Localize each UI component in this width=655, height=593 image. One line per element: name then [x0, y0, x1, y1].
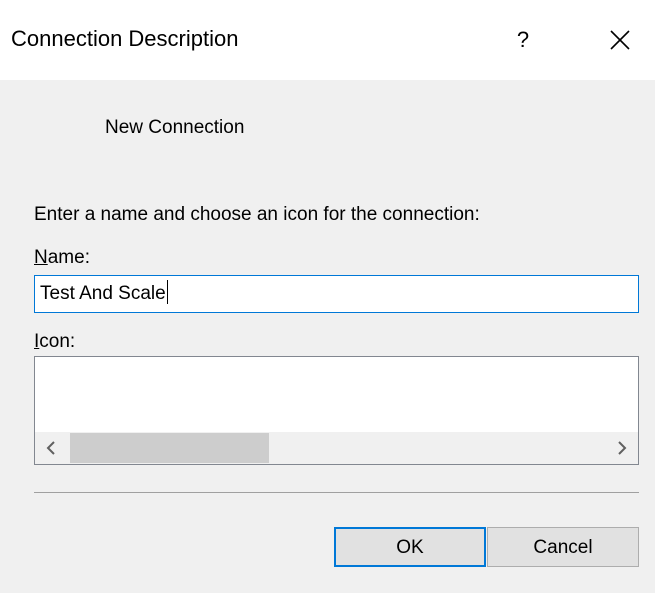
icon-label-text: con:: [39, 331, 76, 352]
icon-label: Icon:: [34, 330, 75, 354]
separator: [34, 492, 639, 493]
scroll-left-button[interactable]: [35, 432, 67, 464]
name-label-accelerator: N: [34, 247, 48, 268]
name-input-value: Test And Scale: [40, 283, 166, 304]
cancel-button[interactable]: Cancel: [487, 527, 639, 567]
scroll-right-button[interactable]: [606, 432, 638, 464]
name-label-text: ame:: [47, 247, 90, 268]
title-bar[interactable]: Connection Description ?: [0, 0, 655, 80]
instruction-text: Enter a name and choose an icon for the …: [34, 204, 480, 225]
icon-list[interactable]: [34, 356, 639, 465]
chevron-left-icon: [46, 441, 55, 455]
connection-description-dialog: Connection Description ? New Connection …: [0, 0, 655, 593]
name-input[interactable]: Test And Scale: [34, 275, 639, 313]
connection-name-text: New Connection: [105, 117, 245, 138]
name-label: Name:: [34, 246, 90, 270]
window-title: Connection Description: [11, 26, 239, 51]
help-button[interactable]: ?: [503, 20, 543, 60]
scroll-thumb[interactable]: [70, 433, 269, 463]
ok-button[interactable]: OK: [334, 527, 486, 567]
text-caret: [166, 279, 168, 304]
horizontal-scrollbar[interactable]: [35, 432, 638, 464]
close-button[interactable]: [600, 20, 640, 60]
chevron-right-icon: [618, 441, 627, 455]
close-icon: [610, 30, 630, 50]
